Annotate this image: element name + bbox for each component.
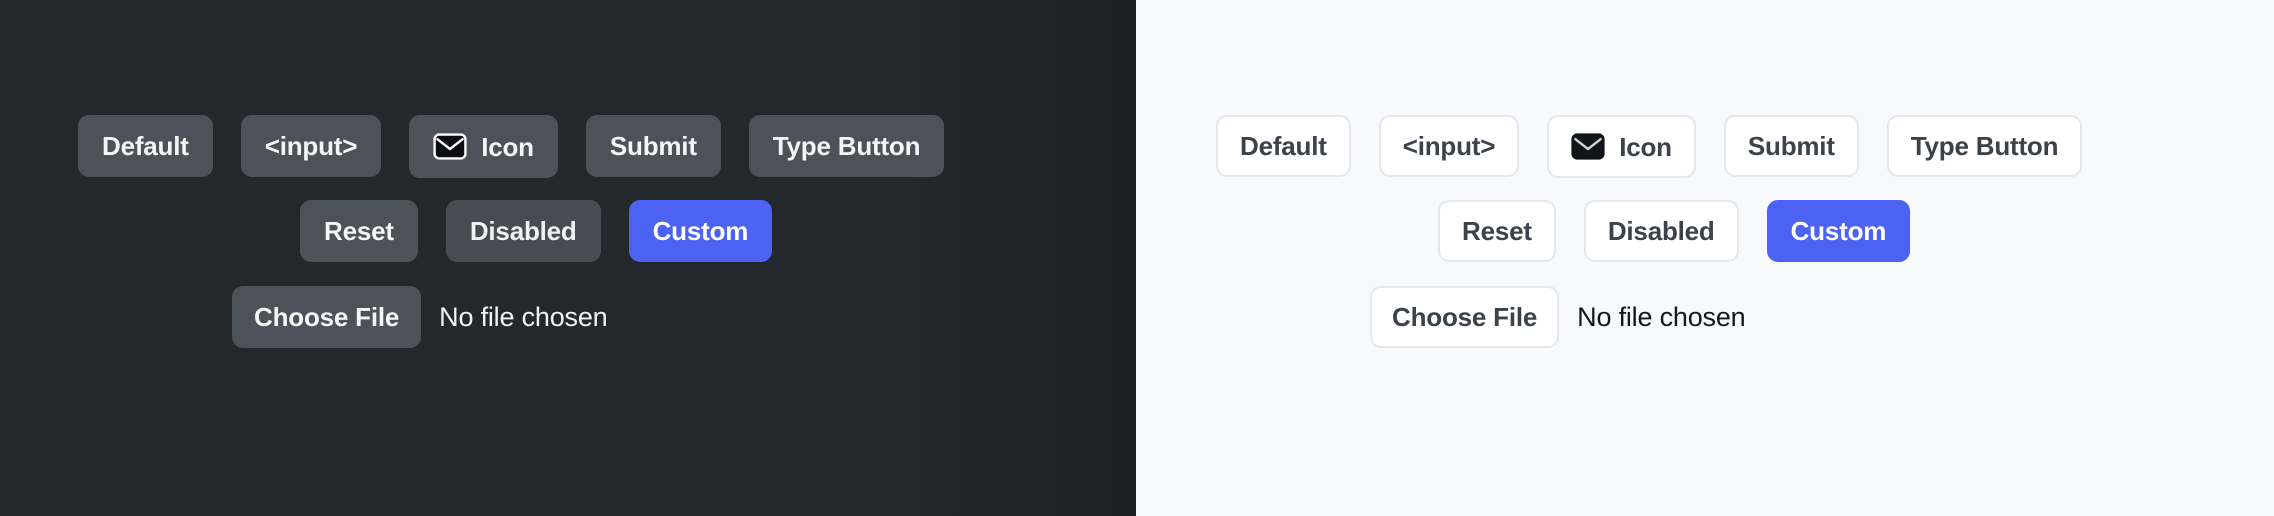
button-label: <input> xyxy=(1402,131,1496,161)
light-button-row-1: Default <input> Icon Submit Type Button xyxy=(0,115,2274,178)
light-disabled-button: Disabled xyxy=(1583,200,1739,262)
light-button-groups: Default <input> Icon Submit Type Button xyxy=(0,0,2274,516)
button-label: Default xyxy=(1240,131,1327,161)
light-reset-button[interactable]: Reset xyxy=(1438,200,1556,262)
light-custom-button[interactable]: Custom xyxy=(1766,200,1911,262)
light-button-row-2: Reset Disabled Custom xyxy=(0,200,2274,262)
light-file-status-text: No file chosen xyxy=(1577,301,1746,332)
light-button-row-3: Choose File No file chosen xyxy=(0,286,2274,348)
light-input-button[interactable]: <input> xyxy=(1378,115,1520,177)
light-submit-button[interactable]: Submit xyxy=(1723,115,1859,177)
light-type-button[interactable]: Type Button xyxy=(1886,115,2083,177)
light-default-button[interactable]: Default xyxy=(1216,115,1351,177)
button-label: Type Button xyxy=(1910,131,2059,161)
button-label: Choose File xyxy=(1392,302,1538,332)
light-theme-panel: Default <input> Icon Submit Type Button xyxy=(1136,0,2274,516)
button-label: Disabled xyxy=(1607,216,1715,246)
button-label: Reset xyxy=(1462,216,1532,246)
light-icon-button[interactable]: Icon xyxy=(1547,115,1696,178)
light-file-input[interactable]: Choose File No file chosen xyxy=(1370,286,1746,348)
button-label: Icon xyxy=(1619,131,1672,162)
button-label: Submit xyxy=(1747,131,1835,161)
button-label: Custom xyxy=(1790,216,1887,246)
light-choose-file-button[interactable]: Choose File xyxy=(1370,286,1560,348)
envelope-icon xyxy=(1571,133,1605,160)
